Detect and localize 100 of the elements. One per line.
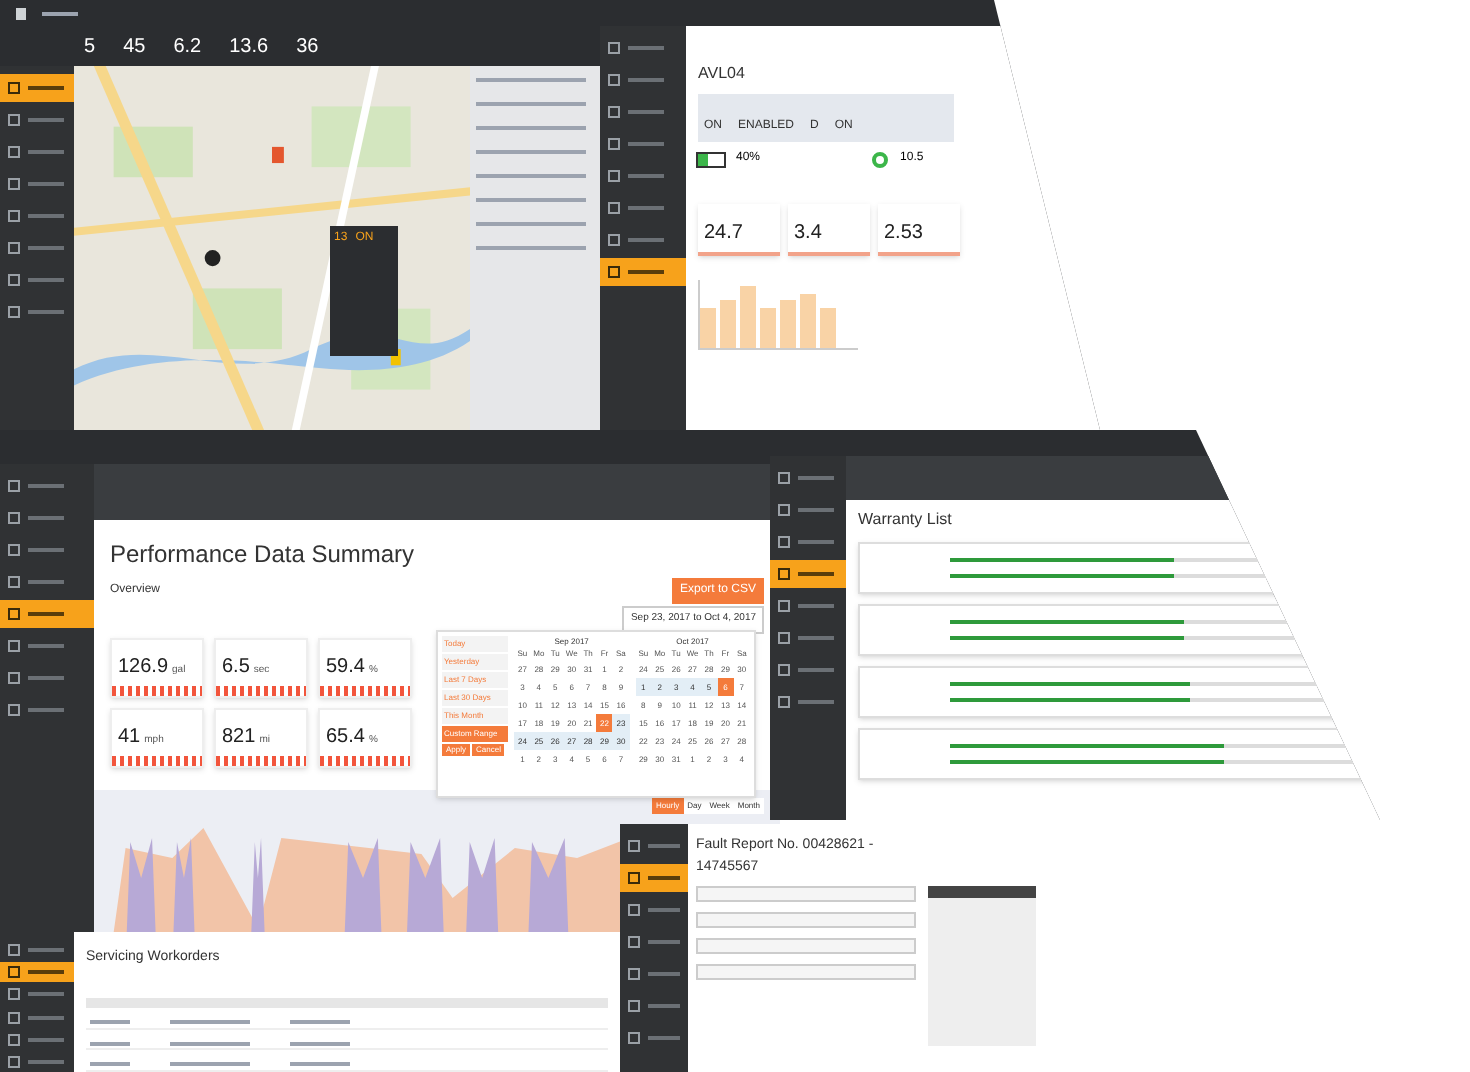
logo-icon <box>16 7 26 19</box>
nav-label-line <box>28 1037 64 1042</box>
text-line <box>170 1019 250 1024</box>
nav-label-line <box>798 700 834 704</box>
menu-icon <box>8 306 20 318</box>
nav-label-line <box>28 150 64 154</box>
input-field[interactable] <box>696 938 916 954</box>
nav-label-line <box>28 310 64 314</box>
menu-icon <box>628 968 640 980</box>
nav-label-line <box>28 992 64 997</box>
nav-item[interactable] <box>0 600 94 628</box>
text-line <box>170 1041 250 1046</box>
menu-icon <box>8 704 20 716</box>
kpi-value: 821 <box>222 724 256 752</box>
battery-icon <box>698 153 724 165</box>
gauge-icon <box>872 151 889 167</box>
text-line <box>290 1062 350 1067</box>
nav-label-line <box>798 636 834 640</box>
nav-label-line <box>28 484 64 488</box>
menu-icon <box>608 42 620 54</box>
nav-label-line <box>28 182 64 186</box>
nav-label-line <box>798 668 834 672</box>
nav-label-line <box>798 540 834 544</box>
menu-icon <box>8 82 20 94</box>
nav-label-line <box>628 78 664 82</box>
text-line <box>42 11 78 15</box>
kpi-value: 59.4 <box>326 654 365 682</box>
nav-item[interactable] <box>0 962 74 982</box>
nav-item[interactable] <box>620 864 688 892</box>
nav-label-line <box>28 118 64 122</box>
menu-icon <box>608 266 620 278</box>
sparkline-drawing <box>320 686 410 696</box>
nav-label-line <box>628 174 664 178</box>
nav-label-line <box>28 86 64 90</box>
menu-icon <box>8 608 20 620</box>
nav-label-line <box>647 844 680 848</box>
stat-value: 13.6 <box>229 33 269 61</box>
input-field[interactable] <box>696 886 916 902</box>
nav-label-line <box>28 612 64 616</box>
nav-label-line <box>647 876 680 880</box>
menu-icon <box>8 544 20 556</box>
kpi-value: 65.4 <box>326 724 365 752</box>
text-line <box>476 150 586 154</box>
nav-label-line <box>628 206 664 210</box>
sparkline-drawing <box>216 686 306 696</box>
nav-label-line <box>628 270 664 274</box>
page-title: Performance Data Summary <box>110 538 417 572</box>
menu-icon <box>8 480 20 492</box>
nav-label-line <box>628 142 664 146</box>
nav-item[interactable] <box>0 74 74 102</box>
nav-label-line <box>647 940 680 944</box>
sparkline-drawing <box>320 756 410 766</box>
text-line <box>290 1019 350 1024</box>
page-title: Warranty List <box>858 508 954 532</box>
menu-icon <box>778 632 790 644</box>
menu-icon <box>608 170 620 182</box>
vehicle-title: AVL04 <box>698 62 747 86</box>
sparkline-drawing <box>112 756 202 766</box>
text-line <box>476 78 586 82</box>
menu-icon <box>778 472 790 484</box>
text-line <box>170 1062 250 1067</box>
menu-icon <box>8 512 20 524</box>
nav-label-line <box>28 278 64 282</box>
menu-icon <box>628 1032 640 1044</box>
nav-label-line <box>647 908 680 912</box>
menu-icon <box>8 672 20 684</box>
text-line <box>476 174 586 178</box>
sparkline-drawing <box>216 756 306 766</box>
menu-icon <box>8 146 20 158</box>
menu-icon <box>608 234 620 246</box>
stat-value: 36 <box>296 33 319 61</box>
menu-icon <box>8 242 20 254</box>
kpi-value: 41 <box>118 724 141 752</box>
nav-label-line <box>628 110 664 114</box>
nav-item[interactable] <box>600 258 686 286</box>
stat-value: 45 <box>123 33 146 61</box>
input-field[interactable] <box>696 964 916 980</box>
nav-label-line <box>628 238 664 242</box>
nav-label-line <box>28 676 64 680</box>
text-line <box>476 102 586 106</box>
menu-icon <box>628 1000 640 1012</box>
nav-item[interactable] <box>770 560 846 588</box>
menu-icon <box>8 274 20 286</box>
input-field[interactable] <box>696 912 916 928</box>
menu-icon <box>8 210 20 222</box>
nav-label-line <box>28 644 64 648</box>
nav-label-line <box>798 604 834 608</box>
menu-icon <box>778 600 790 612</box>
menu-icon <box>778 696 790 708</box>
menu-icon <box>608 74 620 86</box>
nav-label-line <box>28 708 64 712</box>
text-line <box>90 1019 130 1024</box>
menu-icon <box>8 178 20 190</box>
nav-label-line <box>28 947 64 952</box>
stat-value: 6.2 <box>173 33 202 61</box>
menu-icon <box>8 576 20 588</box>
nav-label-line <box>28 580 64 584</box>
text-line <box>476 198 586 202</box>
text-line <box>476 126 586 130</box>
nav-label-line <box>28 246 64 250</box>
